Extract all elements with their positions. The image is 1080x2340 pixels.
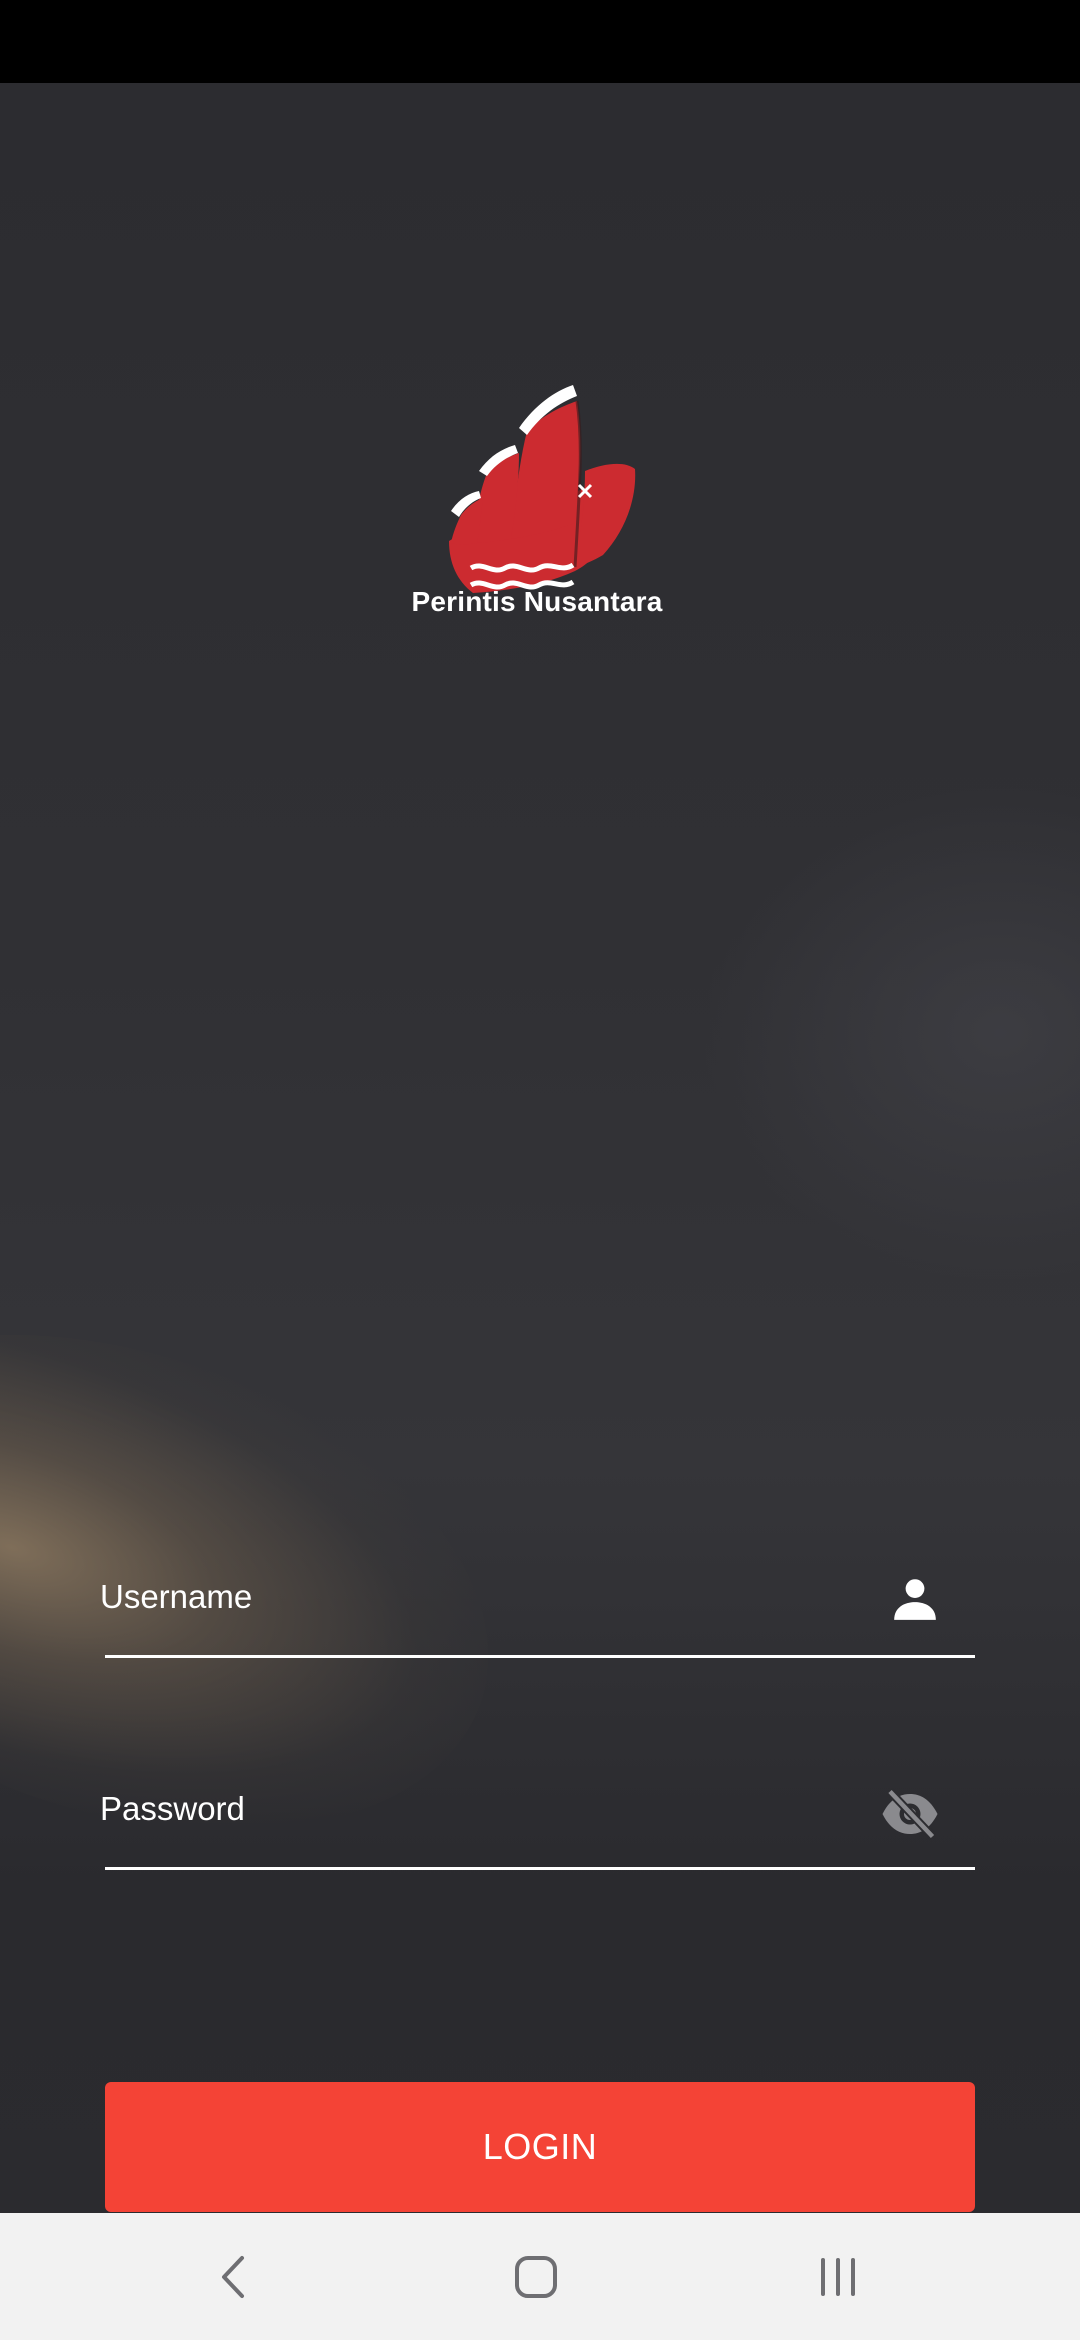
password-underline [105, 1867, 975, 1870]
password-field[interactable]: Password [100, 1788, 975, 1900]
ship-logo-icon [449, 385, 636, 593]
recents-icon [821, 2257, 855, 2296]
visibility-off-icon[interactable] [880, 1788, 940, 1840]
login-screen: Perintis Nusantara Username Password LOG… [0, 83, 1080, 2213]
app-name: Perintis Nusantara [411, 586, 663, 617]
system-navigation-bar [0, 2213, 1080, 2340]
password-placeholder[interactable]: Password [100, 1790, 245, 1828]
home-button[interactable] [476, 2213, 596, 2340]
login-button[interactable]: LOGIN [105, 2082, 975, 2212]
person-icon [894, 1579, 936, 1620]
background-glow [700, 783, 1080, 1283]
back-button[interactable] [174, 2213, 294, 2340]
home-icon [515, 2255, 557, 2298]
recents-button[interactable] [778, 2213, 898, 2340]
back-icon [222, 2255, 244, 2298]
status-bar [0, 0, 1080, 83]
username-placeholder[interactable]: Username [100, 1578, 252, 1616]
username-field[interactable]: Username [100, 1578, 975, 1688]
username-underline [105, 1655, 975, 1658]
